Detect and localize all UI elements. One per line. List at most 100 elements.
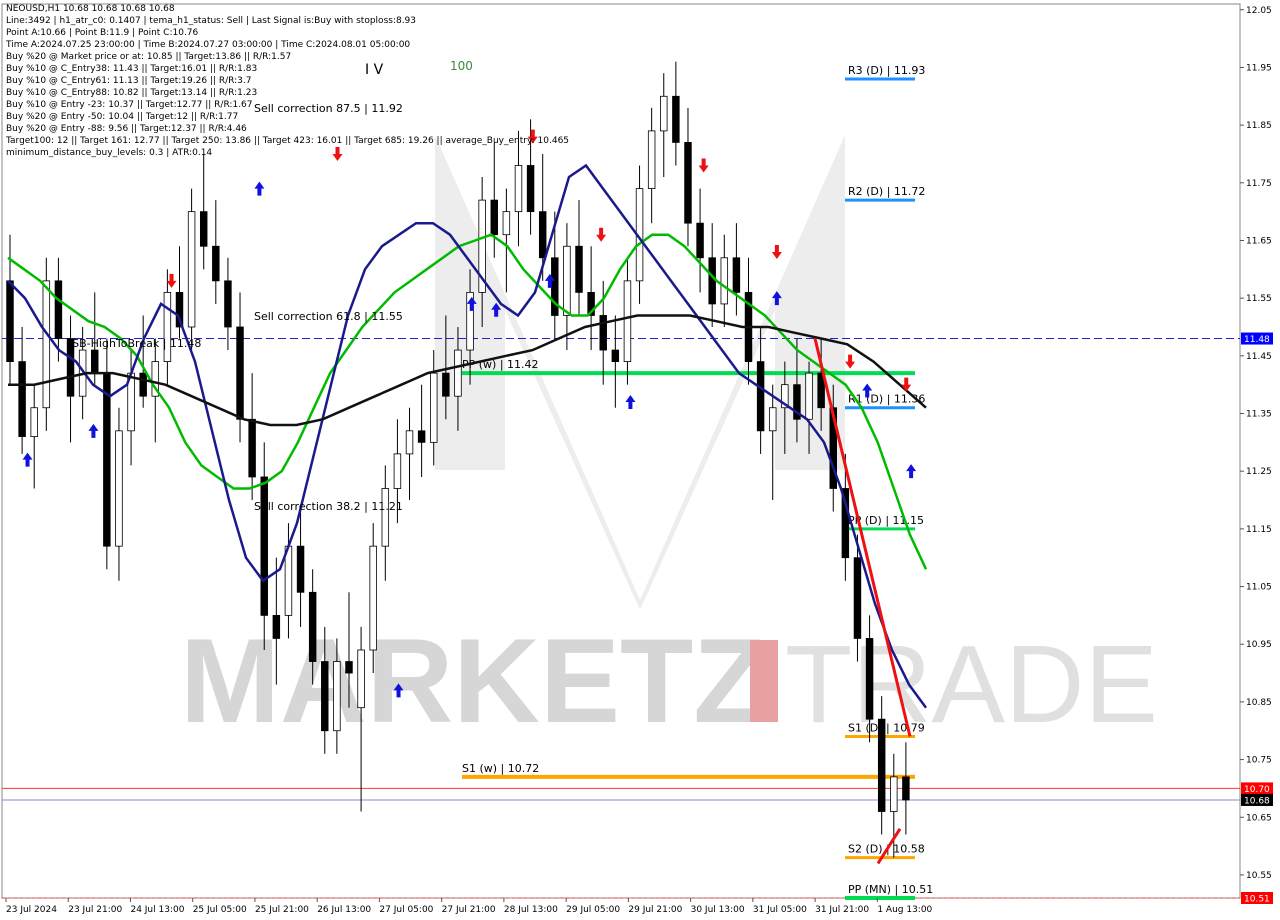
candle-body — [321, 661, 329, 732]
candle-body — [490, 199, 498, 236]
candle-body — [6, 280, 14, 363]
candle-body — [430, 372, 438, 443]
candle-body — [732, 257, 741, 293]
y-tick-label: 11.85 — [1246, 121, 1272, 131]
info-line: Point A:10.66 | Point B:11.9 | Point C:1… — [6, 28, 199, 38]
candle-body — [611, 349, 620, 362]
candle-body — [199, 211, 208, 247]
y-tick-label: 12.05 — [1246, 6, 1272, 16]
x-tick-label: 23 Jul 21:00 — [68, 905, 122, 915]
candle-body — [720, 257, 729, 305]
candle-body — [708, 257, 716, 305]
x-tick-label: 28 Jul 13:00 — [504, 905, 558, 915]
candle-body — [684, 142, 692, 224]
info-line: minimum_distance_buy_levels: 0.3 | ATR:0… — [6, 148, 213, 158]
x-tick-label: 30 Jul 13:00 — [691, 905, 745, 915]
candle-body — [163, 291, 172, 362]
y-tick-label: 11.35 — [1246, 410, 1272, 420]
candle-body — [417, 430, 426, 443]
watermark-accent — [750, 640, 778, 722]
info-line: Buy %20 @ Entry -50: 10.04 || Target:12 … — [6, 112, 239, 122]
info-line: Buy %10 @ C_Entry38: 11.43 || Target:16.… — [6, 64, 258, 74]
candle-body — [308, 591, 317, 662]
candle-body — [18, 361, 26, 437]
x-tick-label: 31 Jul 21:00 — [815, 905, 869, 915]
candle-body — [672, 95, 680, 143]
candle-body — [248, 418, 256, 478]
candle-body — [660, 95, 668, 132]
candle-body — [115, 430, 123, 547]
candle-body — [865, 638, 874, 720]
chart-annotation: Sell correction 61.8 | 11.55 — [254, 310, 403, 323]
x-tick-label: 31 Jul 05:00 — [753, 905, 807, 915]
candle-body — [805, 372, 813, 420]
candle-body — [551, 257, 559, 316]
candle-body — [187, 211, 196, 328]
chart-annotation: Sell correction 38.2 | 11.21 — [254, 500, 403, 513]
candle-body — [599, 315, 607, 351]
candle-body — [853, 557, 862, 639]
info-line: NEOUSD,H1 10.68 10.68 10.68 10.68 — [6, 4, 175, 14]
info-line: Time A:2024.07.25 23:00:00 | Time B:2024… — [6, 40, 411, 50]
candle-body — [30, 407, 38, 437]
x-tick-label: 25 Jul 05:00 — [193, 905, 247, 915]
level-label: R3 (D) | 11.93 — [848, 64, 925, 77]
x-tick-label: 29 Jul 05:00 — [566, 905, 620, 915]
candle-body — [42, 280, 51, 409]
watermark-right: TRADE — [785, 623, 1158, 746]
price-tag-label: 10.51 — [1244, 895, 1270, 905]
candle-body — [442, 372, 450, 397]
x-tick-label: 26 Jul 13:00 — [317, 905, 371, 915]
candle-body — [139, 372, 147, 397]
x-tick-label: 24 Jul 13:00 — [130, 905, 184, 915]
candle-body — [212, 245, 220, 282]
candle-body — [357, 649, 365, 709]
y-tick-label: 11.15 — [1246, 525, 1272, 535]
y-tick-label: 11.05 — [1246, 583, 1272, 593]
level-label: R2 (D) | 11.72 — [848, 185, 925, 198]
price-tag-label: 11.48 — [1244, 335, 1270, 345]
chart-annotation: FSB-HighToBreak | 11.48 — [66, 337, 201, 350]
y-tick-label: 10.75 — [1246, 756, 1272, 766]
info-line: Buy %10 @ Entry -23: 10.37 || Target:12.… — [6, 100, 253, 110]
candle-body — [502, 211, 511, 236]
level-label: PP (w) | 11.42 — [462, 358, 539, 371]
info-line: Target100: 12 || Target 161: 12.77 || Ta… — [6, 136, 570, 146]
candle-body — [877, 718, 886, 812]
info-line: Buy %20 @ Market price or at: 10.85 || T… — [6, 52, 292, 62]
level-label: PP (MN) | 10.51 — [848, 883, 933, 896]
candle-body — [369, 545, 377, 651]
x-tick-label: 23 Jul 2024 — [6, 905, 57, 915]
candle-body — [296, 545, 305, 593]
candle-body — [91, 349, 99, 374]
y-tick-label: 10.55 — [1246, 871, 1272, 881]
candle-body — [236, 326, 244, 420]
level-label: S1 (w) | 10.72 — [462, 762, 539, 775]
price-tag-label: 10.68 — [1244, 796, 1270, 806]
candle-body — [345, 661, 353, 674]
y-tick-label: 11.25 — [1246, 467, 1272, 477]
candle-body — [768, 407, 777, 432]
chart-root: MARKETZ TRADE R3 (D) | 11.93 R2 (D) | 11.… — [0, 0, 1280, 920]
x-tick-label: 29 Jul 21:00 — [628, 905, 682, 915]
info-line: Buy %10 @ C_Entry61: 11.13 || Target:19.… — [6, 76, 252, 86]
price-tag-label: 10.70 — [1244, 785, 1270, 795]
y-tick-label: 10.65 — [1246, 813, 1272, 823]
candle-body — [284, 545, 293, 616]
candle-body — [260, 476, 268, 616]
candle-body — [103, 372, 111, 547]
candle-body — [54, 280, 63, 339]
info-line: Line:3492 | h1_atr_c0: 0.1407 | tema_h1_… — [6, 16, 417, 26]
candle-body — [902, 776, 910, 801]
candle-body — [575, 245, 583, 293]
y-tick-label: 11.95 — [1246, 63, 1272, 73]
candle-body — [405, 430, 414, 455]
candle-body — [756, 361, 765, 432]
candle-body — [696, 222, 704, 259]
candle-body — [647, 130, 656, 189]
candle-body — [333, 661, 341, 732]
watermark-left: MARKETZ — [180, 614, 767, 748]
info-line: Buy %10 @ C_Entry88: 10.82 || Target:13.… — [6, 88, 258, 98]
candle-body — [514, 165, 523, 213]
candle-body — [890, 776, 898, 812]
